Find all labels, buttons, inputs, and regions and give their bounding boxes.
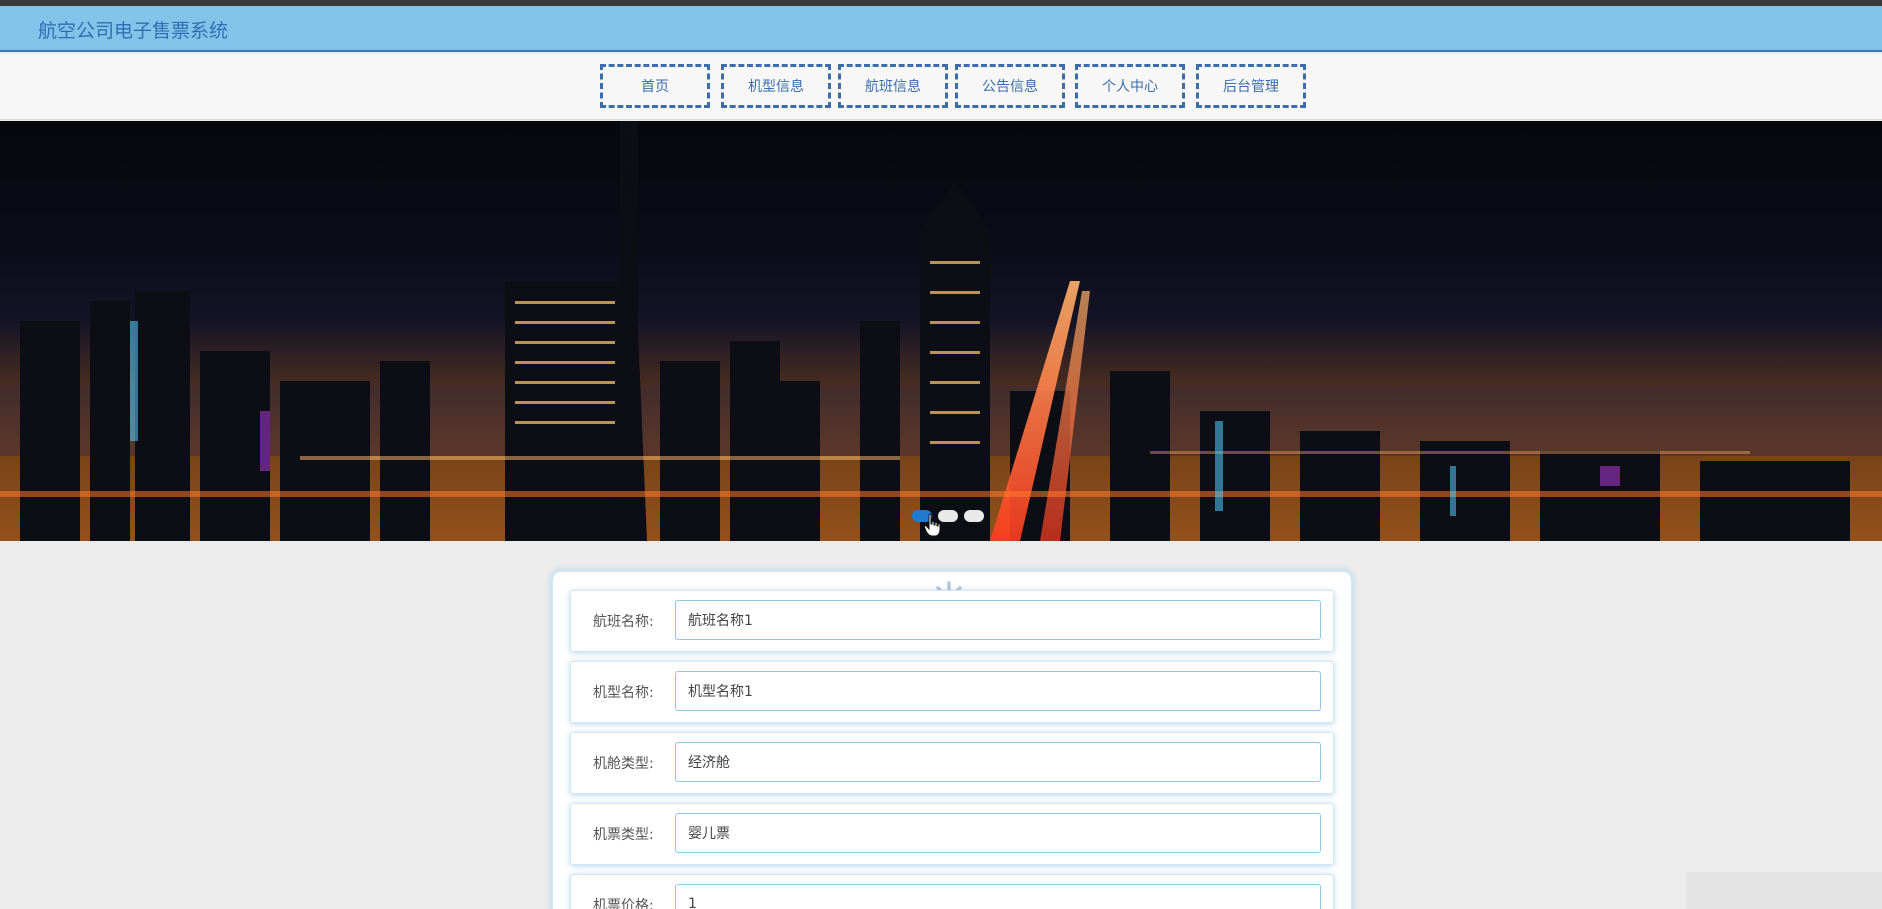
nav-home[interactable]: 首页 <box>600 64 710 108</box>
nav-flight-info[interactable]: 航班信息 <box>838 64 948 108</box>
form-row-cabin-type: 机舱类型: <box>570 732 1334 794</box>
ticket-price-label: 机票价格: <box>593 898 654 909</box>
ticket-type-label: 机票类型: <box>593 827 654 843</box>
ticket-price-input[interactable] <box>675 884 1321 909</box>
flight-name-input[interactable] <box>675 600 1321 640</box>
main-nav: 首页 机型信息 航班信息 公告信息 个人中心 后台管理 <box>0 54 1882 120</box>
city-skyline-image <box>0 121 1882 541</box>
form-row-aircraft-name: 机型名称: <box>570 661 1334 723</box>
flight-name-label: 航班名称: <box>593 614 654 630</box>
aircraft-name-label: 机型名称: <box>593 685 654 701</box>
carousel-indicators <box>912 510 984 522</box>
cabin-type-input[interactable] <box>675 742 1321 782</box>
form-row-flight-name: 航班名称: <box>570 590 1334 652</box>
form-row-ticket-price: 机票价格: <box>570 874 1334 909</box>
header-bar: 航空公司电子售票系统 <box>0 6 1882 52</box>
corner-shade <box>1686 872 1882 909</box>
app-title: 航空公司电子售票系统 <box>38 20 229 42</box>
nav-admin[interactable]: 后台管理 <box>1196 64 1306 108</box>
carousel-dot-3[interactable] <box>964 510 984 522</box>
form-row-ticket-type: 机票类型: <box>570 803 1334 865</box>
hand-cursor-icon <box>924 513 941 537</box>
aircraft-name-input[interactable] <box>675 671 1321 711</box>
nav-aircraft-info[interactable]: 机型信息 <box>721 64 831 108</box>
nav-personal-center[interactable]: 个人中心 <box>1075 64 1185 108</box>
ticket-type-input[interactable] <box>675 813 1321 853</box>
banner-carousel[interactable] <box>0 121 1882 541</box>
nav-announcements[interactable]: 公告信息 <box>955 64 1065 108</box>
cabin-type-label: 机舱类型: <box>593 756 654 772</box>
